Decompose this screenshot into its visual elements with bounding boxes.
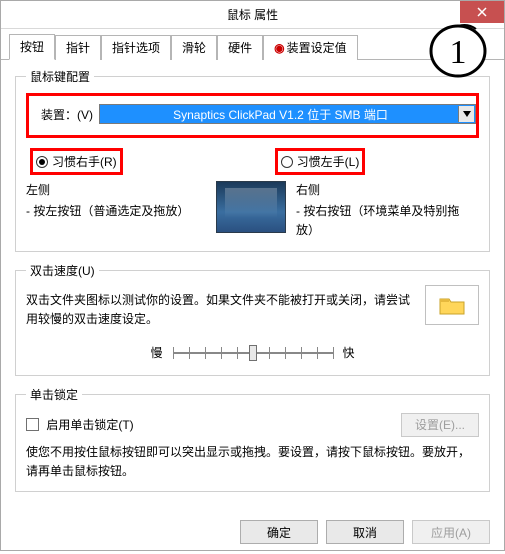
device-row: 装置：(V) Synaptics ClickPad V1.2 位于 SMB 端口 (29, 99, 476, 132)
right-column-title: 右侧 (296, 181, 476, 200)
tab-wheel[interactable]: 滑轮 (171, 35, 217, 60)
touchpad-illustration-icon (216, 181, 286, 233)
device-select-value: Synaptics ClickPad V1.2 位于 SMB 端口 (173, 106, 388, 123)
mouse-button-config-group: 鼠标键配置 装置：(V) Synaptics ClickPad V1.2 位于 … (15, 68, 490, 252)
click-lock-desc: 使您不用按住鼠标按钮即可以突出显示或拖拽。要设置，请按下鼠标按钮。要放开，请再单… (26, 443, 479, 481)
device-select[interactable]: Synaptics ClickPad V1.2 位于 SMB 端口 (99, 104, 476, 124)
folder-test-icon[interactable] (425, 285, 479, 325)
chevron-down-icon (458, 106, 474, 122)
double-click-speed-legend: 双击速度(U) (26, 262, 99, 279)
window-title: 鼠标 属性 (227, 6, 278, 23)
right-column-desc: - 按右按钮（环境菜单及特别拖放） (296, 202, 476, 240)
tab-pointer-options[interactable]: 指针选项 (101, 35, 171, 60)
tab-hardware[interactable]: 硬件 (217, 35, 263, 60)
ok-button[interactable]: 确定 (240, 520, 318, 544)
click-lock-settings-button: 设置(E)... (401, 413, 479, 437)
radio-left-handed[interactable]: 习惯左手(L) (281, 153, 360, 170)
tab-buttons[interactable]: 按钮 (9, 34, 55, 60)
radio-left-handed-label: 习惯左手(L) (297, 153, 360, 170)
button-description-columns: 左侧 - 按左按钮（普通选定及拖放） 右侧 - 按右按钮（环境菜单及特别拖放） (26, 181, 479, 241)
double-click-speed-group: 双击速度(U) 双击文件夹图标以测试你的设置。如果文件夹不能被打开或关闭，请尝试… (15, 262, 490, 376)
enable-click-lock-checkbox[interactable]: 启用单击锁定(T) (26, 416, 134, 433)
apply-button: 应用(A) (412, 520, 490, 544)
radio-dot-icon (281, 156, 293, 168)
annotation-red-box-left-hand: 习惯左手(L) (275, 148, 366, 175)
tab-body: 鼠标键配置 装置：(V) Synaptics ClickPad V1.2 位于 … (1, 60, 504, 516)
click-lock-legend: 单击锁定 (26, 386, 82, 403)
slider-thumb[interactable] (249, 345, 257, 361)
mouse-button-config-legend: 鼠标键配置 (26, 68, 94, 85)
tab-pointer[interactable]: 指针 (55, 35, 101, 60)
slider-slow-label: 慢 (150, 344, 162, 361)
double-click-slider-row: 慢 快 (26, 343, 479, 363)
enable-click-lock-label: 启用单击锁定(T) (46, 418, 133, 432)
checkbox-icon (26, 418, 39, 431)
annotation-number: 1 (450, 34, 467, 71)
device-label: 装置：(V) (41, 106, 93, 123)
cancel-button[interactable]: 取消 (326, 520, 404, 544)
mouse-properties-window: 鼠标 属性 按钮 指针 指针选项 滑轮 硬件 ◉装置设定值 鼠标键配置 装置：(… (0, 0, 505, 551)
dialog-footer: 确定 取消 应用(A) (1, 516, 504, 554)
slider-fast-label: 快 (343, 344, 355, 361)
radio-right-handed-label: 习惯右手(R) (52, 153, 117, 170)
close-button[interactable] (460, 1, 504, 23)
left-button-column: 左侧 - 按左按钮（普通选定及拖放） (26, 181, 206, 221)
double-click-slider[interactable] (173, 343, 333, 363)
right-button-column: 右侧 - 按右按钮（环境菜单及特别拖放） (296, 181, 476, 241)
annotation-red-box-right-hand: 习惯右手(R) (30, 148, 123, 175)
handedness-row: 习惯右手(R) 习惯左手(L) (26, 144, 479, 181)
annotation-red-box-device: 装置：(V) Synaptics ClickPad V1.2 位于 SMB 端口 (26, 93, 479, 138)
device-tab-icon: ◉ (274, 41, 284, 55)
annotation-circle-1: 1 (428, 23, 488, 79)
radio-right-handed[interactable]: 习惯右手(R) (36, 153, 117, 170)
tab-device-settings-label: 装置设定值 (287, 41, 347, 55)
left-column-desc: - 按左按钮（普通选定及拖放） (26, 202, 206, 221)
click-lock-group: 单击锁定 启用单击锁定(T) 设置(E)... 使您不用按住鼠标按钮即可以突出显… (15, 386, 490, 492)
double-click-desc: 双击文件夹图标以测试你的设置。如果文件夹不能被打开或关闭，请尝试用较慢的双击速度… (26, 291, 479, 329)
radio-dot-icon (36, 156, 48, 168)
close-icon (477, 7, 487, 17)
tab-device-settings[interactable]: ◉装置设定值 (263, 35, 358, 60)
left-column-title: 左侧 (26, 181, 206, 200)
